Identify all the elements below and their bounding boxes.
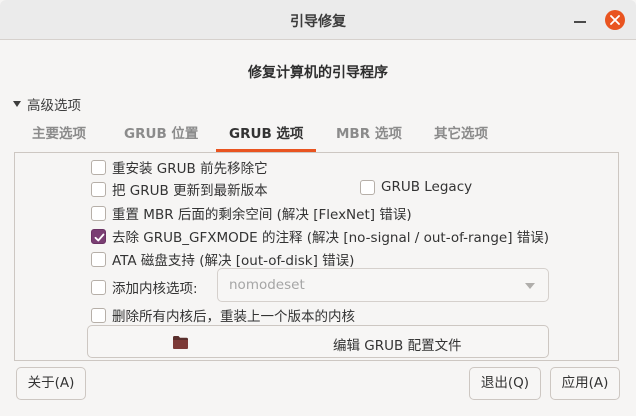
option-purge-grub[interactable]: 重安装 GRUB 前先移除它 [91, 157, 268, 177]
option-grub-legacy[interactable]: GRUB Legacy [360, 179, 472, 195]
remove-kernels-checkbox[interactable] [91, 307, 106, 323]
quit-button[interactable]: 退出(Q) [469, 367, 541, 400]
remove-gfxmode-checkbox[interactable] [91, 228, 106, 244]
page-heading: 修复计算机的引导程序 [248, 65, 388, 81]
tab-mbr-options[interactable]: MBR 选项 [336, 116, 402, 152]
purge-grub-checkbox[interactable] [91, 159, 106, 175]
window-title: 引导修复 [290, 14, 346, 30]
upgrade-grub-checkbox[interactable] [91, 181, 106, 197]
expand-arrow-icon [13, 101, 21, 107]
tab-grub-location[interactable]: GRUB 位置 [124, 116, 198, 152]
kernel-option-value: nomodeset [229, 277, 305, 293]
tab-bar: 主要选项 GRUB 位置 GRUB 选项 MBR 选项 其它选项 [14, 116, 619, 153]
remove-kernels-label: 删除所有内核后，重装上一个版本的内核 [112, 309, 355, 325]
tab-other-options[interactable]: 其它选项 [434, 116, 488, 152]
option-reset-mbr[interactable]: 重置 MBR 后面的剩余空间 (解决 [FlexNet] 错误) [91, 203, 412, 223]
folder-icon [173, 336, 188, 349]
purge-grub-label: 重安装 GRUB 前先移除它 [112, 161, 268, 177]
option-remove-kernels[interactable]: 删除所有内核后，重装上一个版本的内核 [91, 305, 355, 325]
apply-button[interactable]: 应用(A) [550, 367, 620, 400]
dropdown-arrow-icon [525, 283, 535, 289]
kernel-option-select[interactable]: nomodeset [217, 268, 549, 302]
grub-legacy-checkbox[interactable] [360, 179, 375, 195]
advanced-options-expander[interactable]: 高级选项 [13, 94, 81, 114]
option-upgrade-grub[interactable]: 把 GRUB 更新到最新版本 [91, 179, 268, 199]
edit-grub-config-button[interactable]: 编辑 GRUB 配置文件 [87, 325, 549, 358]
kernel-option-label: 添加内核选项: [112, 281, 198, 297]
about-button[interactable]: 关于(A) [16, 367, 86, 400]
reset-mbr-checkbox[interactable] [91, 205, 106, 221]
ata-support-checkbox[interactable] [91, 251, 106, 267]
checkmark-icon [94, 233, 105, 241]
tab-main-options[interactable]: 主要选项 [32, 116, 86, 152]
minimize-button[interactable] [573, 12, 587, 28]
edit-grub-config-label: 编辑 GRUB 配置文件 [333, 338, 462, 354]
ata-support-label: ATA 磁盘支持 (解决 [out-of-disk] 错误) [112, 253, 355, 269]
option-remove-gfxmode[interactable]: 去除 GRUB_GFXMODE 的注释 (解决 [no-signal / out… [91, 226, 549, 246]
tab-grub-options[interactable]: GRUB 选项 [216, 116, 317, 152]
window-titlebar: 引导修复 [0, 0, 636, 40]
reset-mbr-label: 重置 MBR 后面的剩余空间 (解决 [FlexNet] 错误) [112, 207, 412, 223]
advanced-options-label: 高级选项 [27, 98, 81, 114]
grub-legacy-label: GRUB Legacy [381, 179, 473, 195]
close-icon [610, 15, 620, 25]
option-ata-support[interactable]: ATA 磁盘支持 (解决 [out-of-disk] 错误) [91, 249, 354, 269]
kernel-option-checkbox[interactable] [91, 279, 106, 295]
close-button[interactable] [605, 10, 625, 30]
upgrade-grub-label: 把 GRUB 更新到最新版本 [112, 183, 268, 199]
option-kernel-option[interactable]: 添加内核选项: [91, 277, 198, 297]
remove-gfxmode-label: 去除 GRUB_GFXMODE 的注释 (解决 [no-signal / out… [112, 230, 550, 246]
